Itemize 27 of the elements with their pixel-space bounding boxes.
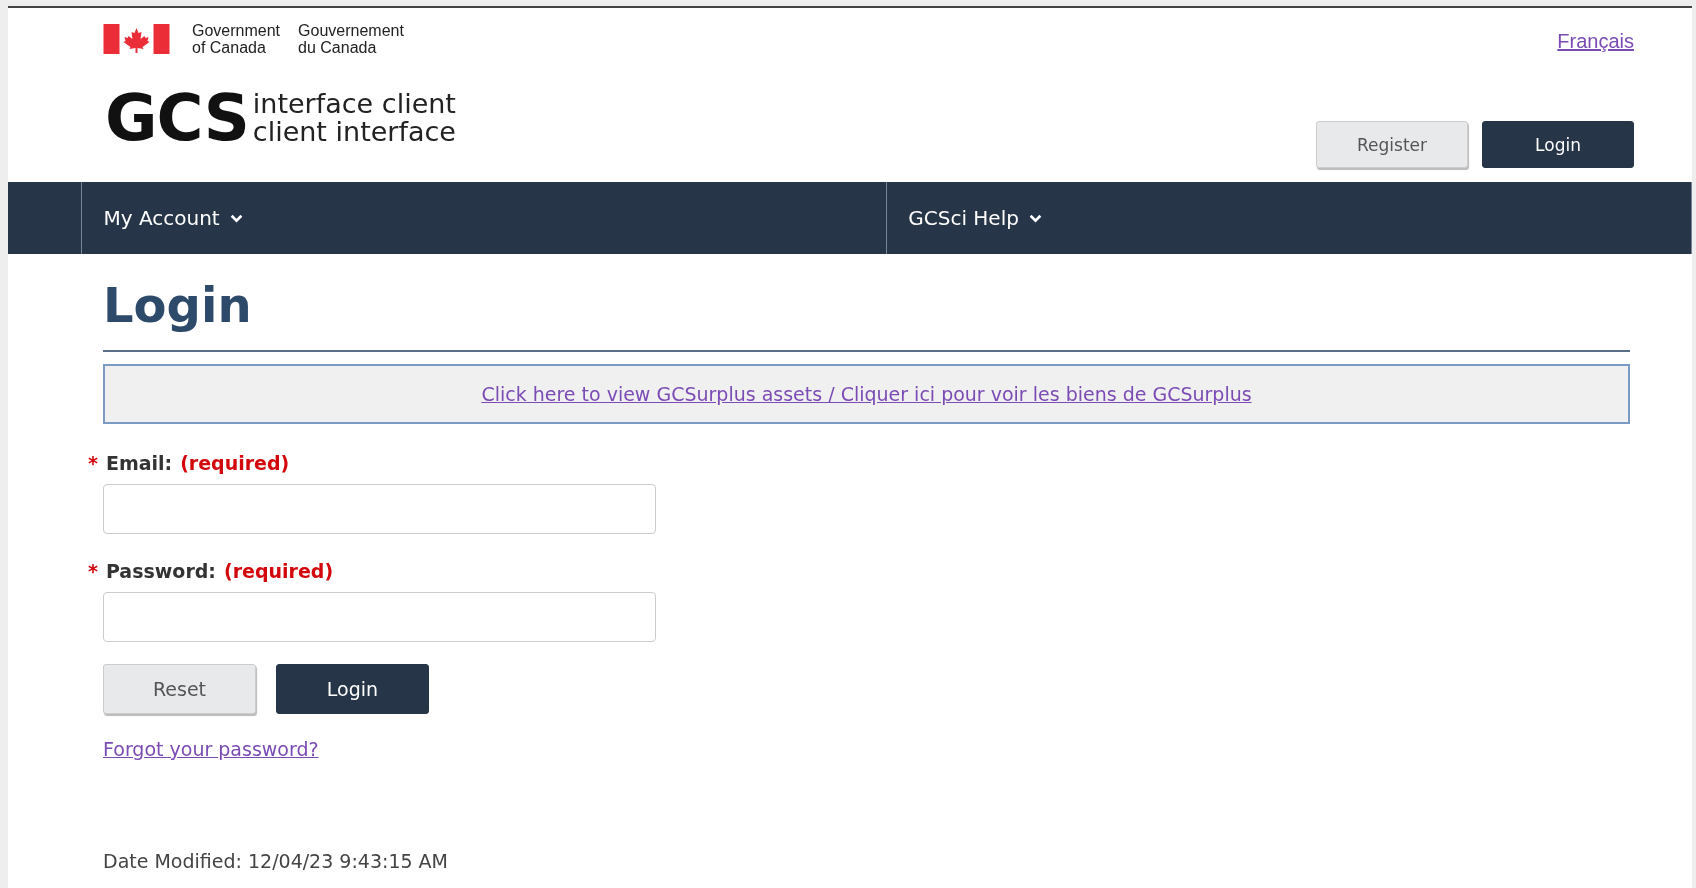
required-note: (required) [180, 452, 290, 474]
nav-menu-item[interactable]: My Account [103, 202, 243, 234]
government-wordmark: Government of Canada [192, 22, 281, 56]
assets-link[interactable]: Click here to view GCSurplus assets / Cliquer ici pour voir les biens de GCSurplus [481, 383, 1252, 405]
logo-tagline: client interface [252, 118, 456, 146]
login-button[interactable]: Login [276, 664, 429, 714]
required-marker: * [88, 452, 98, 474]
logo-text: GCS [105, 86, 249, 150]
forgot-password-link[interactable]: Forgot your password? [103, 738, 319, 760]
chevron-icon [229, 213, 243, 223]
field-label: Email: [105, 452, 173, 474]
required-note: (required) [223, 560, 334, 582]
input-field[interactable] [103, 484, 656, 534]
input-field[interactable] [103, 592, 656, 642]
required-marker: * [88, 560, 98, 582]
page-title: Login [103, 276, 1630, 352]
login-button[interactable]: Login [1482, 121, 1634, 168]
logo-tagline: interface client [252, 90, 456, 118]
government-wordmark: Gouvernement du Canada [298, 22, 404, 56]
register-button[interactable]: Register [1316, 121, 1468, 168]
field-label: Password: [105, 560, 216, 582]
reset-button[interactable]: Reset [103, 664, 256, 714]
language-link[interactable]: Français [1557, 30, 1634, 53]
nav-menu-item[interactable]: GCSci Help [908, 202, 1042, 234]
chevron-icon [1028, 213, 1042, 223]
date-modified: Date Modified: 12/04/23 9:43:15 AM [103, 850, 449, 872]
canada-flag-icon [103, 24, 170, 54]
